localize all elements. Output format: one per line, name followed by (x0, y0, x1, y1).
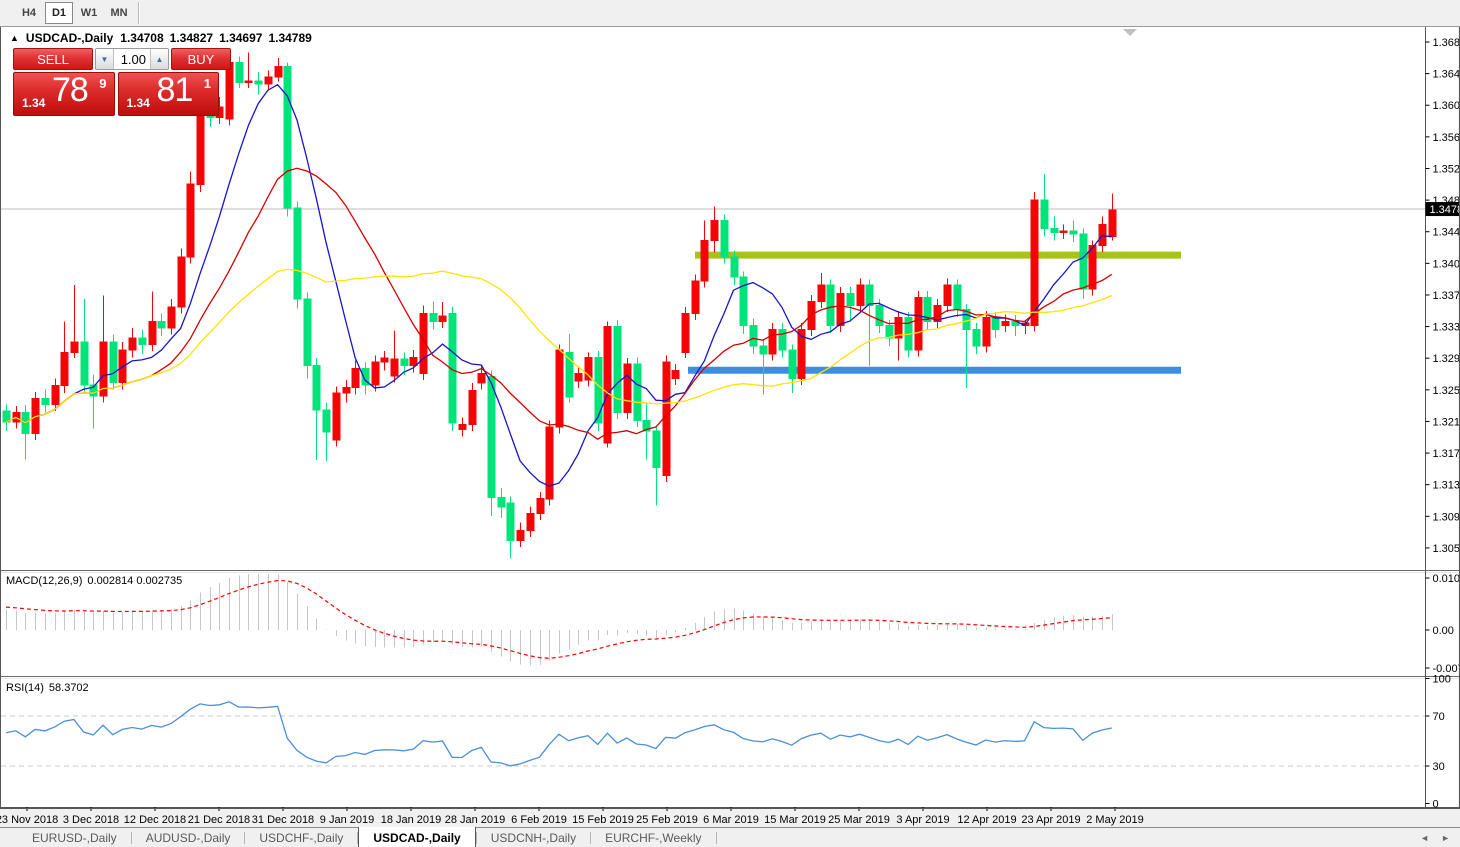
volume-input[interactable] (114, 49, 150, 69)
svg-text:1.31730: 1.31730 (1433, 448, 1460, 460)
svg-text:6 Feb 2019: 6 Feb 2019 (511, 814, 567, 826)
svg-text:0: 0 (1433, 799, 1439, 811)
toolbar-separator (138, 2, 140, 24)
svg-text:9 Jan 2019: 9 Jan 2019 (320, 814, 374, 826)
trading-chart[interactable]: 1.368501.364601.360601.356701.352701.348… (0, 0, 1460, 847)
svg-text:12 Dec 2018: 12 Dec 2018 (124, 814, 186, 826)
symbol-tab-eurchf-weekly[interactable]: EURCHF-,Weekly (591, 828, 715, 847)
volume-stepper: ▼ ▲ (95, 48, 169, 70)
time-axis[interactable]: 23 Nov 2018 3 Dec 2018 12 Dec 201821 Dec 2… (0, 807, 1144, 826)
svg-text:23 Nov 2018: 23 Nov 2018 (0, 814, 58, 826)
svg-text:1.30550: 1.30550 (1433, 543, 1460, 555)
svg-text:1.36060: 1.36060 (1433, 100, 1460, 112)
svg-text:1.32910: 1.32910 (1433, 353, 1460, 365)
svg-text:28 Jan 2019: 28 Jan 2019 (445, 814, 506, 826)
svg-text:25 Mar 2019: 25 Mar 2019 (828, 814, 890, 826)
svg-text:3 Apr 2019: 3 Apr 2019 (896, 814, 949, 826)
svg-text:1.35270: 1.35270 (1433, 163, 1460, 175)
ohlc-open: 1.34708 (120, 31, 163, 45)
svg-text:1.33310: 1.33310 (1433, 322, 1460, 334)
svg-text:1.33700: 1.33700 (1433, 290, 1460, 302)
buy-price-pip: 1 (204, 76, 211, 91)
buy-price-big: 81 (157, 71, 193, 110)
chart-background (1, 27, 1458, 807)
sell-price-pip: 9 (99, 76, 106, 91)
svg-text:3 Dec 2018: 3 Dec 2018 (63, 814, 119, 826)
svg-text:1.30940: 1.30940 (1433, 511, 1460, 523)
svg-text:23 Apr 2019: 23 Apr 2019 (1021, 814, 1080, 826)
svg-text:0.00: 0.00 (1433, 625, 1454, 637)
sell-button[interactable]: SELL (13, 48, 93, 70)
svg-text:12 Apr 2019: 12 Apr 2019 (957, 814, 1016, 826)
svg-text:21 Dec 2018: 21 Dec 2018 (188, 814, 250, 826)
chart-ohlc-header: ▲ USDCAD-,Daily 1.34708 1.34827 1.34697 … (10, 31, 312, 45)
one-click-trading-panel: SELL ▼ ▲ BUY 1.34 78 9 1.34 81 1 (13, 48, 219, 116)
svg-text:1.34789: 1.34789 (1430, 204, 1460, 216)
symbol-title: USDCAD-,Daily (26, 31, 113, 45)
svg-text:1.36460: 1.36460 (1433, 69, 1460, 81)
collapse-panel-icon[interactable]: ▲ (10, 33, 19, 43)
timeframe-button-h4[interactable]: H4 (15, 2, 43, 24)
timeframe-button-mn[interactable]: MN (105, 2, 133, 24)
ohlc-close: 1.34789 (268, 31, 311, 45)
tab-scroll-controls: ◄ ► (1420, 828, 1460, 847)
svg-text:70: 70 (1433, 711, 1445, 723)
svg-text:1.32120: 1.32120 (1433, 416, 1460, 428)
buy-price-prefix: 1.34 (127, 96, 150, 110)
symbol-tab-usdchf-daily[interactable]: USDCHF-,Daily (245, 828, 357, 847)
svg-text:18 Jan 2019: 18 Jan 2019 (381, 814, 442, 826)
ohlc-low: 1.34697 (219, 31, 262, 45)
timeframe-button-d1[interactable]: D1 (45, 2, 73, 24)
ohlc-high: 1.34827 (170, 31, 213, 45)
tab-scroll-right-icon[interactable]: ► (1441, 833, 1450, 843)
volume-decrease-icon[interactable]: ▼ (96, 49, 114, 69)
svg-text:6 Mar 2019: 6 Mar 2019 (703, 814, 759, 826)
timeframe-toolbar: H4D1W1MN (0, 0, 1460, 27)
tab-scroll-left-icon[interactable]: ◄ (1420, 833, 1429, 843)
svg-text:25 Feb 2019: 25 Feb 2019 (636, 814, 698, 826)
svg-text:1.32520: 1.32520 (1433, 385, 1460, 397)
rsi-panel-label: RSI(14)58.3702 (6, 682, 89, 694)
timeframe-button-w1[interactable]: W1 (75, 2, 103, 24)
buy-button[interactable]: BUY (171, 48, 231, 70)
svg-text:15 Feb 2019: 15 Feb 2019 (572, 814, 634, 826)
svg-text:1.31340: 1.31340 (1433, 480, 1460, 492)
svg-text:30: 30 (1433, 761, 1445, 773)
svg-text:31 Dec 2018: 31 Dec 2018 (252, 814, 314, 826)
buy-price-panel[interactable]: 1.34 81 1 (118, 72, 220, 116)
tab-divider (716, 832, 717, 844)
volume-increase-icon[interactable]: ▲ (150, 49, 168, 69)
svg-text:1.35670: 1.35670 (1433, 132, 1460, 144)
svg-text:1.34090: 1.34090 (1433, 258, 1460, 270)
symbol-tab-usdcad-daily[interactable]: USDCAD-,Daily (358, 827, 475, 847)
symbol-tab-eurusd-daily[interactable]: EURUSD-,Daily (18, 828, 131, 847)
sell-price-panel[interactable]: 1.34 78 9 (13, 72, 115, 116)
svg-text:1.34490: 1.34490 (1433, 227, 1460, 239)
sell-price-prefix: 1.34 (22, 96, 45, 110)
svg-text:15 Mar 2019: 15 Mar 2019 (764, 814, 826, 826)
sell-price-big: 78 (52, 71, 88, 110)
svg-text:0.010229: 0.010229 (1433, 573, 1460, 585)
svg-text:100: 100 (1433, 674, 1451, 686)
macd-panel-label: MACD(12,26,9)0.002814 0.002735 (6, 575, 182, 587)
symbol-tab-audusd-daily[interactable]: AUDUSD-,Daily (132, 828, 245, 847)
svg-text:1.36850: 1.36850 (1433, 37, 1460, 49)
symbol-tab-usdcnh-daily[interactable]: USDCNH-,Daily (477, 828, 590, 847)
svg-text:2 May 2019: 2 May 2019 (1086, 814, 1143, 826)
symbol-tab-bar: EURUSD-,DailyAUDUSD-,DailyUSDCHF-,DailyU… (0, 827, 1460, 847)
